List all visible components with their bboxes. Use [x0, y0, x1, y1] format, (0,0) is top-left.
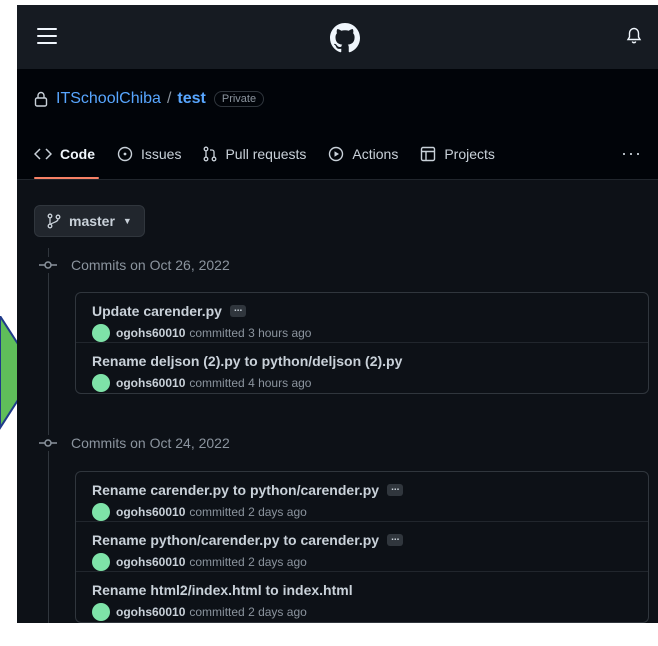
commit-message-link[interactable]: Update carender.py	[92, 303, 222, 319]
commit-time: 4 hours ago	[248, 376, 312, 390]
commit-action: committed	[189, 505, 245, 519]
repo-tabs: Code Issues Pull requests Actions Projec…	[17, 129, 658, 180]
caret-down-icon: ▼	[122, 216, 132, 226]
commit-row[interactable]: Rename html2/index.html to index.html og…	[76, 572, 648, 622]
repo-header: ITSchoolChiba / test Private Code Issues	[17, 69, 658, 180]
commit-time: 2 days ago	[248, 505, 307, 519]
expand-message-button[interactable]: ...	[387, 533, 404, 546]
commit-icon	[39, 439, 57, 447]
commit-author-link[interactable]: ogohs60010	[116, 326, 185, 340]
commit-group-heading: Commits on Oct 24, 2022	[39, 435, 230, 451]
more-tabs-button[interactable]: ···	[621, 143, 642, 164]
table-icon	[421, 146, 436, 162]
top-bar	[17, 5, 658, 69]
avatar[interactable]	[92, 324, 110, 342]
avatar[interactable]	[92, 374, 110, 392]
commit-time: 3 hours ago	[248, 326, 312, 340]
commit-author-link[interactable]: ogohs60010	[116, 376, 185, 390]
commit-time: 2 days ago	[248, 605, 307, 619]
repo-name-link[interactable]: test	[177, 90, 205, 108]
expand-message-button[interactable]: ...	[387, 483, 404, 496]
commit-row[interactable]: Rename deljson (2).py to python/deljson …	[76, 343, 648, 393]
tab-issues-label: Issues	[141, 146, 182, 162]
commit-message-link[interactable]: Rename html2/index.html to index.html	[92, 582, 353, 598]
commit-icon	[39, 261, 57, 269]
branch-icon	[47, 213, 61, 229]
branch-name: master	[69, 213, 115, 229]
tab-actions[interactable]: Actions	[328, 129, 398, 179]
commit-group-heading: Commits on Oct 26, 2022	[39, 257, 230, 273]
commit-group-date: Commits on Oct 26, 2022	[71, 257, 230, 273]
tab-actions-label: Actions	[352, 146, 399, 162]
commit-action: committed	[189, 605, 245, 619]
github-logo-icon[interactable]	[330, 23, 360, 53]
lock-icon	[34, 91, 48, 107]
tab-code[interactable]: Code	[34, 129, 99, 179]
tab-issues[interactable]: Issues	[117, 129, 181, 179]
commit-message-link[interactable]: Rename carender.py to python/carender.py	[92, 482, 379, 498]
tab-code-label: Code	[60, 146, 95, 162]
commit-message-link[interactable]: Rename python/carender.py to carender.py	[92, 532, 379, 548]
commit-action: committed	[189, 376, 245, 390]
commit-author-link[interactable]: ogohs60010	[116, 505, 185, 519]
issue-icon	[117, 146, 133, 162]
commit-row[interactable]: Rename carender.py to python/carender.py…	[76, 472, 648, 522]
bell-icon[interactable]	[626, 27, 642, 45]
avatar[interactable]	[92, 553, 110, 571]
commit-action: committed	[189, 326, 245, 340]
commit-row[interactable]: Rename python/carender.py to carender.py…	[76, 522, 648, 572]
commit-message-link[interactable]: Rename deljson (2).py to python/deljson …	[92, 353, 402, 369]
commit-time: 2 days ago	[248, 555, 307, 569]
commit-list: Update carender.py... ogohs60010 committe…	[75, 292, 649, 394]
avatar[interactable]	[92, 603, 110, 621]
menu-icon[interactable]	[37, 28, 57, 44]
tab-pull-requests-label: Pull requests	[225, 146, 307, 162]
commit-group-date: Commits on Oct 24, 2022	[71, 435, 230, 451]
repo-owner-link[interactable]: ITSchoolChiba	[56, 90, 161, 108]
tab-projects-label: Projects	[444, 146, 495, 162]
tab-projects[interactable]: Projects	[420, 129, 495, 179]
tab-pull-requests[interactable]: Pull requests	[203, 129, 306, 179]
commit-action: committed	[189, 555, 245, 569]
branch-select-button[interactable]: master ▼	[34, 205, 145, 237]
expand-message-button[interactable]: ...	[229, 304, 247, 317]
github-mobile-view: ITSchoolChiba / test Private Code Issues	[17, 5, 658, 623]
commit-author-link[interactable]: ogohs60010	[116, 605, 185, 619]
avatar[interactable]	[92, 503, 110, 521]
visibility-badge: Private	[213, 91, 265, 107]
play-icon	[329, 146, 344, 162]
pull-request-icon	[204, 146, 217, 162]
repo-title: ITSchoolChiba / test Private	[17, 69, 658, 129]
commit-list: Rename carender.py to python/carender.py…	[75, 471, 649, 623]
commit-author-link[interactable]: ogohs60010	[116, 555, 185, 569]
code-icon	[34, 148, 52, 160]
commit-row[interactable]: Update carender.py... ogohs60010 committe…	[76, 293, 648, 343]
repo-separator: /	[166, 90, 172, 107]
